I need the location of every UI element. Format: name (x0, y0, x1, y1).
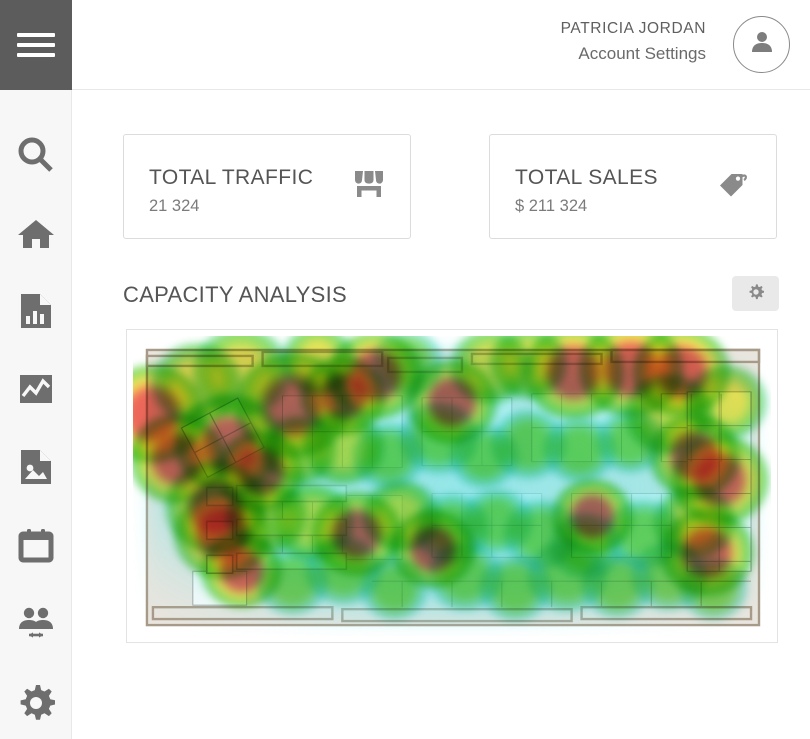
user-info: PATRICIA JORDAN Account Settings (561, 17, 706, 67)
gear-icon (748, 284, 764, 303)
page-title: CAPACITY ANALYSIS (123, 282, 347, 307)
sidebar-item-home[interactable] (0, 195, 72, 273)
menu-bar (17, 53, 55, 57)
kpi-card-total-traffic: TOTAL TRAFFIC 21 324 (123, 134, 411, 239)
menu-bar (17, 33, 55, 37)
top-header: PATRICIA JORDAN Account Settings (72, 0, 810, 90)
sidebar-item-search[interactable] (0, 116, 72, 194)
people-flow-icon (16, 606, 56, 640)
account-settings-link[interactable]: Account Settings (561, 41, 706, 67)
kpi-value: 21 324 (149, 197, 200, 215)
kpi-value: $ 211 324 (515, 197, 588, 215)
home-icon (17, 215, 55, 253)
storefront-icon (353, 169, 385, 204)
kpi-title: TOTAL SALES (515, 166, 658, 189)
price-tag-icon (717, 169, 751, 204)
search-icon (16, 135, 56, 175)
sidebar-item-analytics[interactable] (0, 350, 72, 428)
sidebar-item-calendar[interactable] (0, 506, 72, 584)
menu-bar (17, 43, 55, 47)
document-bar-chart-icon (19, 292, 53, 330)
heatmap-stage (133, 336, 771, 636)
gear-icon (17, 684, 55, 722)
sidebar (0, 0, 72, 739)
image-document-icon (19, 448, 53, 486)
calendar-icon (18, 527, 54, 563)
heat-blob (678, 556, 749, 620)
sidebar-item-settings[interactable] (0, 664, 72, 739)
hamburger-menu-icon[interactable] (0, 0, 72, 90)
line-chart-icon (18, 371, 54, 407)
avatar[interactable] (733, 16, 790, 73)
heatmap-overlay (133, 336, 771, 636)
dashboard-app: PATRICIA JORDAN Account Settings TOTAL T… (0, 0, 810, 739)
sidebar-item-media[interactable] (0, 428, 72, 506)
capacity-heatmap-panel[interactable] (126, 329, 778, 643)
heatmap-settings-button[interactable] (732, 276, 779, 311)
main-content: TOTAL TRAFFIC 21 324 TOTAL SALES $ 211 3… (72, 90, 810, 739)
sidebar-item-visitors[interactable] (0, 584, 72, 662)
kpi-card-total-sales: TOTAL SALES $ 211 324 (489, 134, 777, 239)
heat-blob (359, 556, 430, 620)
user-avatar-icon (749, 29, 775, 60)
kpi-title: TOTAL TRAFFIC (149, 166, 314, 189)
sidebar-item-reports[interactable] (0, 272, 72, 350)
user-name: PATRICIA JORDAN (560, 20, 706, 37)
